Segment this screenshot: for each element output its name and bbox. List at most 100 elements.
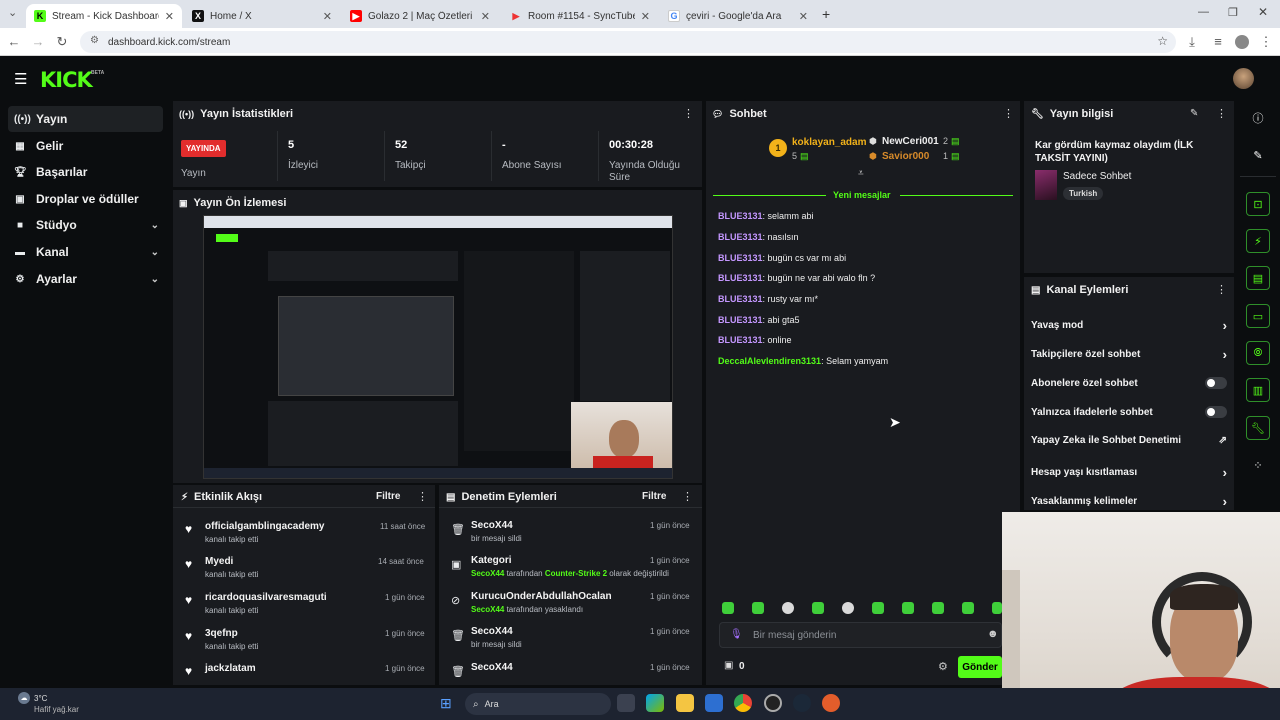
activity-name[interactable]: ricardoquasilvaresmaguti bbox=[205, 592, 327, 603]
edit-icon[interactable]: ✎ bbox=[1246, 143, 1270, 167]
more-icon[interactable]: ⋮ bbox=[683, 107, 694, 120]
more-icon[interactable]: ⋮ bbox=[1216, 283, 1227, 296]
emote-icon[interactable] bbox=[782, 602, 794, 614]
kick-logo[interactable]: KICK bbox=[40, 68, 93, 92]
top-supporter-name[interactable]: NewCeri001 bbox=[882, 136, 939, 147]
close-icon[interactable]: ✕ bbox=[799, 10, 808, 23]
mod-category-link[interactable]: Counter-Strike 2 bbox=[545, 569, 607, 578]
close-icon[interactable]: ✕ bbox=[165, 10, 174, 23]
tab-search-icon[interactable]: ⌄ bbox=[8, 6, 17, 19]
sidebar-item-channel[interactable]: ▬ Kanal ⌄ bbox=[8, 239, 163, 265]
mod-name[interactable]: SecoX44 bbox=[471, 520, 513, 531]
emote-icon[interactable] bbox=[722, 602, 734, 614]
reload-icon[interactable]: ↻ bbox=[54, 34, 70, 50]
followers-only-row[interactable]: Takipçilere özel sohbet › bbox=[1031, 347, 1227, 362]
emoji-icon[interactable]: ☻ bbox=[987, 628, 999, 640]
banned-words-row[interactable]: Yasaklanmış kelimeler › bbox=[1031, 494, 1227, 509]
collapse-icon[interactable]: ⩡ bbox=[858, 168, 864, 179]
filter-button[interactable]: Filtre bbox=[376, 491, 400, 502]
activity-name[interactable]: officialgamblingacademy bbox=[205, 521, 324, 532]
close-icon[interactable]: ✕ bbox=[481, 10, 490, 23]
emote-icon[interactable] bbox=[962, 602, 974, 614]
account-age-row[interactable]: Hesap yaşı kısıtlaması › bbox=[1031, 465, 1227, 480]
chrome-icon[interactable] bbox=[734, 694, 752, 712]
server-icon[interactable]: ▥ bbox=[1246, 378, 1270, 402]
chat-bubble-icon[interactable]: ▭ bbox=[1246, 304, 1270, 328]
window-close-icon[interactable]: ✕ bbox=[1258, 5, 1268, 19]
app-icon[interactable] bbox=[822, 694, 840, 712]
weather-desc[interactable]: Hafif yağ.kar bbox=[34, 705, 79, 714]
forward-icon[interactable]: → bbox=[30, 34, 46, 49]
slow-mode-row[interactable]: Yavaş mod › bbox=[1031, 318, 1227, 333]
taskbar-search[interactable]: ⌕ Ara bbox=[465, 693, 611, 715]
close-icon[interactable]: ✕ bbox=[323, 10, 332, 23]
tab-x-home[interactable]: X Home / X ✕ bbox=[184, 4, 340, 28]
emote-icon[interactable] bbox=[842, 602, 854, 614]
emote-icon[interactable] bbox=[812, 602, 824, 614]
reading-list-icon[interactable]: ≡ bbox=[1210, 34, 1226, 49]
site-info-icon[interactable]: ⚙ bbox=[90, 35, 99, 46]
activity-name[interactable]: Myedi bbox=[205, 556, 233, 567]
chat-username[interactable]: BLUE3131 bbox=[718, 211, 763, 221]
capture-icon[interactable]: ⊡ bbox=[1246, 192, 1270, 216]
chat-username[interactable]: BLUE3131 bbox=[718, 335, 763, 345]
tab-google[interactable]: G çeviri - Google'da Ara ✕ bbox=[660, 4, 816, 28]
more-icon[interactable]: ⋮ bbox=[682, 490, 693, 503]
mod-name[interactable]: SecoX44 bbox=[471, 626, 513, 637]
more-icon[interactable]: ⋮ bbox=[417, 490, 428, 503]
ai-moderation-row[interactable]: Yapay Zeka ile Sohbet Denetimi ⇗ bbox=[1031, 435, 1227, 446]
add-widget-icon[interactable]: ⁘ bbox=[1246, 453, 1270, 477]
stream-preview-video[interactable] bbox=[203, 215, 673, 479]
weather-icon[interactable]: ☁ bbox=[18, 692, 30, 704]
file-explorer-icon[interactable] bbox=[676, 694, 694, 712]
subscribers-only-toggle[interactable] bbox=[1205, 377, 1227, 389]
mod-name[interactable]: SecoX44 bbox=[471, 662, 513, 673]
sidebar-item-revenue[interactable]: ▦ Gelir bbox=[8, 133, 163, 159]
info-icon[interactable]: ⓘ bbox=[1246, 106, 1270, 130]
steam-icon[interactable] bbox=[793, 694, 811, 712]
top-supporter-name[interactable]: koklayan_adam bbox=[792, 137, 867, 148]
close-icon[interactable]: ✕ bbox=[641, 10, 650, 23]
emote-icon[interactable] bbox=[902, 602, 914, 614]
sidebar-item-stream[interactable]: ((•)) Yayın bbox=[8, 106, 163, 132]
browser-menu-icon[interactable]: ⋮ bbox=[1258, 34, 1274, 50]
emote-icon[interactable] bbox=[872, 602, 884, 614]
minimize-icon[interactable]: — bbox=[1198, 6, 1209, 18]
back-icon[interactable]: ← bbox=[6, 34, 22, 49]
chat-username[interactable]: BLUE3131 bbox=[718, 232, 763, 242]
obs-icon[interactable] bbox=[764, 694, 782, 712]
chat-username[interactable]: BLUE3131 bbox=[718, 273, 763, 283]
activity-name[interactable]: 3qefnp bbox=[205, 628, 238, 639]
task-view-icon[interactable] bbox=[617, 694, 635, 712]
weather-temp[interactable]: 3°C bbox=[34, 694, 47, 703]
mod-user-link[interactable]: SecoX44 bbox=[471, 605, 504, 614]
bookmark-star-icon[interactable]: ☆ bbox=[1157, 34, 1168, 48]
edit-icon[interactable]: ✎ bbox=[1190, 108, 1198, 119]
mod-name[interactable]: Kategori bbox=[471, 555, 512, 566]
filter-button[interactable]: Filtre bbox=[642, 491, 666, 502]
category-name[interactable]: Sadece Sohbet bbox=[1063, 171, 1131, 182]
store-icon[interactable] bbox=[705, 694, 723, 712]
gear-icon[interactable]: ⚙ bbox=[938, 660, 948, 673]
emote-icon[interactable] bbox=[992, 602, 1002, 614]
sidebar-item-drops[interactable]: ▣ Droplar ve ödüller bbox=[8, 186, 163, 212]
download-icon[interactable]: ⤓ bbox=[1184, 34, 1200, 50]
chat-username[interactable]: BLUE3131 bbox=[718, 253, 763, 263]
more-icon[interactable]: ⋮ bbox=[1003, 107, 1014, 120]
emote-icon[interactable] bbox=[932, 602, 944, 614]
category-thumbnail[interactable] bbox=[1035, 170, 1057, 200]
restore-icon[interactable]: ❐ bbox=[1228, 6, 1238, 19]
chat-username[interactable]: BLUE3131 bbox=[718, 294, 763, 304]
broadcast-icon[interactable]: ⦾ bbox=[1246, 341, 1270, 365]
emotes-only-toggle[interactable] bbox=[1205, 406, 1227, 418]
address-bar[interactable]: ⚙ dashboard.kick.com/stream ☆ bbox=[80, 31, 1176, 53]
tab-youtube[interactable]: ▶ Golazo 2 | Maç Özetleri - YouTu ✕ bbox=[342, 4, 498, 28]
more-icon[interactable]: ⋮ bbox=[1216, 107, 1227, 120]
profile-icon[interactable] bbox=[1235, 35, 1249, 49]
windows-start-icon[interactable]: ⊞ bbox=[440, 695, 452, 712]
tab-synctube[interactable]: ▶ Room #1154 - SyncTube ✕ bbox=[502, 4, 658, 28]
sidebar-item-settings[interactable]: ⚙ Ayarlar ⌄ bbox=[8, 266, 163, 292]
mod-name[interactable]: KurucuOnderAbdullahOcalan bbox=[471, 591, 612, 602]
hamburger-menu-icon[interactable]: ☰ bbox=[14, 70, 27, 88]
send-button[interactable]: Gönder bbox=[958, 656, 1002, 678]
